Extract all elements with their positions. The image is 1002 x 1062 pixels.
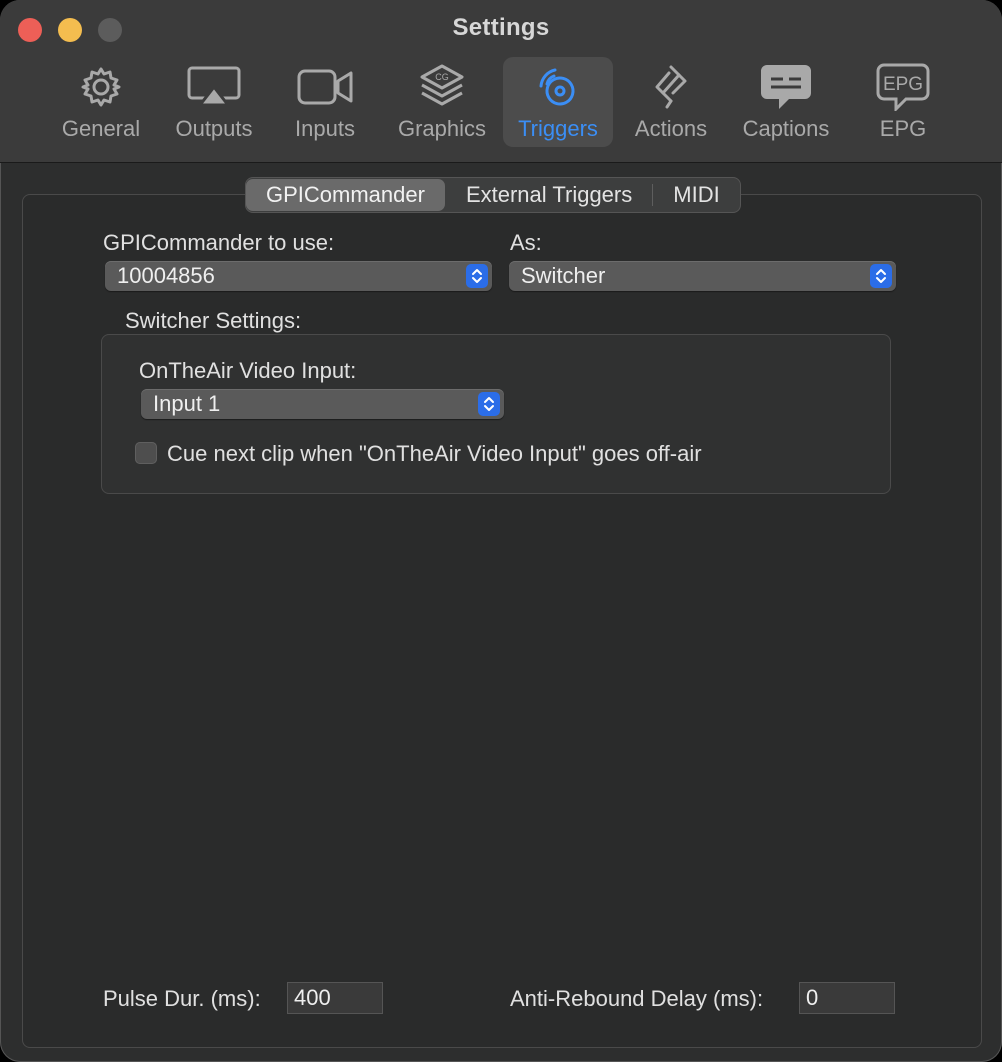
as-popup[interactable]: Switcher — [509, 261, 896, 291]
tab-actions[interactable]: Actions — [626, 57, 716, 147]
tab-graphics[interactable]: CG Graphics — [390, 57, 494, 147]
actions-icon — [651, 63, 691, 111]
video-input-popup[interactable]: Input 1 — [141, 389, 504, 419]
tab-captions[interactable]: Captions — [735, 57, 837, 147]
video-camera-icon — [296, 63, 354, 111]
tab-label: Actions — [634, 116, 708, 141]
chevron-updown-icon — [478, 392, 500, 416]
gpicommander-value: 10004856 — [117, 263, 215, 288]
pulse-duration-field[interactable]: 400 — [287, 982, 383, 1014]
trigger-source-segmented-control: GPICommander External Triggers MIDI — [245, 177, 741, 213]
cue-next-clip-checkbox[interactable] — [135, 442, 157, 464]
cue-next-clip-label[interactable]: Cue next clip when "OnTheAir Video Input… — [167, 441, 702, 467]
segment-gpicommander[interactable]: GPICommander — [246, 179, 445, 211]
tab-outputs[interactable]: Outputs — [166, 57, 262, 147]
toolbar: Settings General Outputs Inputs CG Graph… — [0, 0, 1002, 163]
switcher-settings-label: Switcher Settings: — [125, 308, 302, 333]
chevron-updown-icon — [870, 264, 892, 288]
airplay-icon — [186, 63, 242, 111]
epg-icon-text: EPG — [882, 74, 924, 95]
tab-label: Triggers — [518, 116, 598, 141]
tab-label: Captions — [742, 116, 830, 141]
video-input-value: Input 1 — [153, 391, 221, 416]
as-label: As: — [510, 230, 542, 255]
trigger-signal-icon — [535, 63, 581, 111]
anti-rebound-delay-label: Anti-Rebound Delay (ms): — [510, 986, 764, 1011]
pulse-duration-value: 400 — [294, 985, 331, 1010]
tab-label: Inputs — [295, 116, 355, 141]
tab-general[interactable]: General — [54, 57, 148, 147]
layers-cg-icon: CG — [419, 63, 465, 111]
video-input-label: OnTheAir Video Input: — [139, 358, 357, 383]
epg-bubble-icon: EPG — [876, 63, 930, 111]
window-title: Settings — [452, 14, 550, 41]
tab-label: EPG — [879, 116, 927, 141]
tab-label: General — [61, 116, 141, 141]
captions-bubble-icon — [759, 63, 813, 111]
gpicommander-popup[interactable]: 10004856 — [105, 261, 492, 291]
chevron-updown-icon — [466, 264, 488, 288]
anti-rebound-delay-value: 0 — [806, 985, 819, 1010]
tab-epg[interactable]: EPG EPG — [866, 57, 940, 147]
pulse-duration-label: Pulse Dur. (ms): — [103, 986, 261, 1011]
svg-text:CG: CG — [435, 72, 449, 82]
tab-label: Graphics — [397, 116, 487, 141]
segment-midi[interactable]: MIDI — [653, 179, 739, 211]
settings-window: Settings General Outputs Inputs CG Graph… — [0, 0, 1002, 1062]
as-value: Switcher — [521, 263, 606, 288]
tab-inputs[interactable]: Inputs — [282, 57, 368, 147]
gpicommander-label: GPICommander to use: — [103, 230, 335, 255]
anti-rebound-delay-field[interactable]: 0 — [799, 982, 895, 1014]
segment-external-triggers[interactable]: External Triggers — [446, 179, 652, 211]
gear-icon — [79, 63, 123, 111]
tab-triggers[interactable]: Triggers — [503, 57, 613, 147]
tab-label: Outputs — [175, 116, 253, 141]
